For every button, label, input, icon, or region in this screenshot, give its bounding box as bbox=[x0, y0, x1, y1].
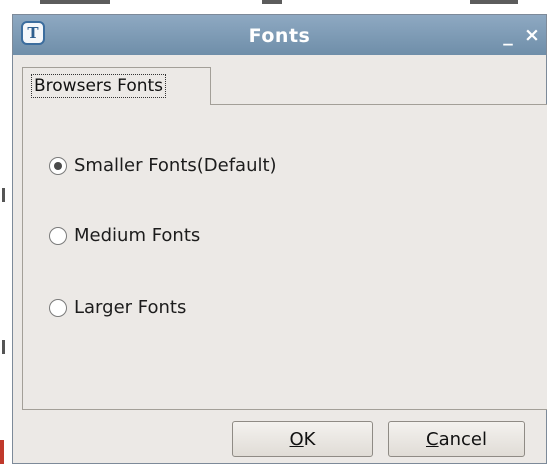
radio-unchecked-icon[interactable] bbox=[49, 226, 67, 245]
background-window-edge bbox=[262, 0, 282, 4]
cancel-button[interactable]: Cancel bbox=[388, 421, 525, 457]
ok-label-rest: K bbox=[303, 428, 316, 450]
radio-smaller-fonts[interactable]: Smaller Fonts(Default) bbox=[49, 155, 277, 176]
radio-larger-fonts[interactable]: Larger Fonts bbox=[49, 297, 186, 318]
radio-unchecked-icon[interactable] bbox=[49, 298, 67, 317]
ok-mnemonic: O bbox=[289, 428, 304, 450]
radio-checked-icon[interactable] bbox=[49, 156, 67, 175]
radio-label: Smaller Fonts(Default) bbox=[74, 155, 277, 176]
tab-browsers-fonts[interactable]: Browsers Fonts bbox=[22, 67, 211, 105]
background-window-edge bbox=[470, 0, 518, 4]
radio-label: Larger Fonts bbox=[74, 297, 187, 318]
background-edge-mark bbox=[2, 188, 5, 202]
tab-panel: Smaller Fonts(Default) Medium Fonts Larg… bbox=[22, 104, 547, 410]
radio-medium-fonts[interactable]: Medium Fonts bbox=[49, 225, 200, 246]
title-bar[interactable]: T Fonts _ × bbox=[13, 15, 546, 55]
background-window-edge bbox=[40, 0, 110, 4]
background-edge-mark bbox=[2, 340, 5, 354]
background-edge-mark bbox=[0, 440, 4, 464]
cancel-mnemonic: C bbox=[426, 428, 439, 450]
cancel-label-rest: ancel bbox=[438, 428, 487, 450]
radio-label: Medium Fonts bbox=[74, 225, 201, 246]
minimize-button[interactable]: _ bbox=[498, 24, 518, 46]
fonts-dialog: T Fonts _ × Browsers Fonts Smaller Fonts… bbox=[12, 14, 547, 464]
ok-button[interactable]: OK bbox=[232, 421, 373, 457]
close-button[interactable]: × bbox=[522, 24, 542, 46]
tab-label: Browsers Fonts bbox=[31, 74, 167, 98]
window-title: Fonts bbox=[248, 25, 311, 47]
